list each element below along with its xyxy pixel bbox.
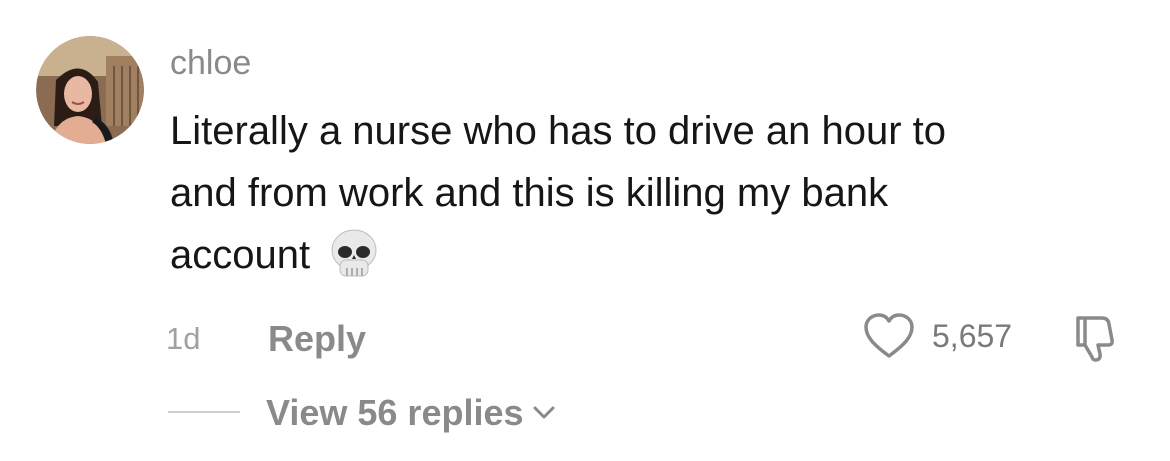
comment-timestamp: 1d [166,321,201,356]
avatar[interactable] [36,36,144,144]
comment-line: account [170,233,311,277]
like-count: 5,657 [932,318,1013,354]
comment-line: and from work and this is killing my ban… [170,171,889,215]
comment-line: Literally a nurse who has to drive an ho… [170,109,946,153]
like-button[interactable]: 5,657 [862,312,1012,360]
view-replies-label: View 56 replies [266,392,524,433]
reply-button[interactable]: Reply [268,316,366,362]
skull-emoji-icon [328,228,380,282]
comment-line-last: account [170,224,1130,286]
avatar-photo [36,36,144,144]
comment-text: Literally a nurse who has to drive an ho… [170,100,1130,286]
replies-divider [168,411,240,413]
chevron-down-icon [532,405,556,421]
heart-outline-icon [862,312,916,360]
comment-author[interactable]: chloe [170,40,251,86]
thumbs-down-outline-icon [1072,312,1126,364]
dislike-button[interactable] [1072,312,1126,364]
view-replies-button[interactable]: View 56 replies [266,390,556,436]
